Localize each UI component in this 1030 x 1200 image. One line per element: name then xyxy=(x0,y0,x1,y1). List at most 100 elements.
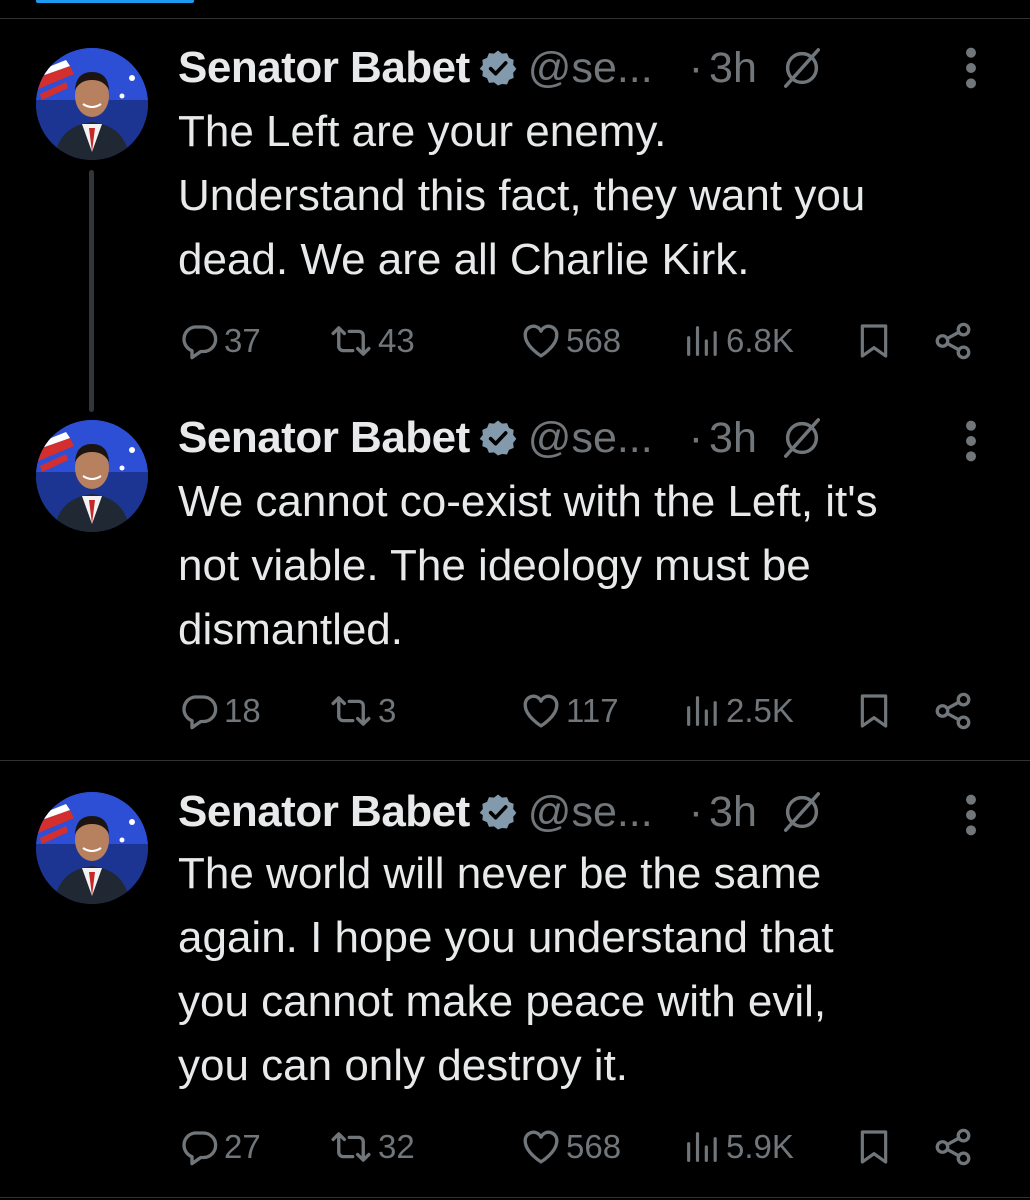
bookmark-icon xyxy=(854,1127,894,1167)
tweet-text-line: you cannot make peace with evil, xyxy=(178,977,827,1026)
divider xyxy=(0,18,1030,19)
more-vertical-icon[interactable] xyxy=(958,418,984,464)
timestamp[interactable]: 3h xyxy=(709,414,757,463)
divider xyxy=(0,760,1030,761)
action-bar: 37 43 568 6.8K xyxy=(178,316,998,366)
reply-button[interactable]: 18 xyxy=(178,686,261,736)
repost-button[interactable]: 32 xyxy=(328,1122,415,1172)
active-tab-indicator xyxy=(36,0,194,3)
tweet-text-line: dead. We are all Charlie Kirk. xyxy=(178,235,750,284)
repost-button[interactable]: 3 xyxy=(328,686,396,736)
heart-icon xyxy=(520,690,562,732)
tweet-text: We cannot co-exist with the Left, it's n… xyxy=(178,470,1008,662)
like-button[interactable]: 117 xyxy=(520,686,619,736)
reply-button[interactable]: 37 xyxy=(178,316,261,366)
bookmark-icon xyxy=(854,691,894,731)
tweet-text-line: The world will never be the same xyxy=(178,849,822,898)
separator-dot: · xyxy=(688,413,704,462)
like-button[interactable]: 568 xyxy=(520,1122,621,1172)
share-icon xyxy=(932,1126,974,1168)
heart-icon xyxy=(520,1126,562,1168)
tweet-text-line: again. I hope you understand that xyxy=(178,913,834,962)
repost-icon xyxy=(328,1126,374,1168)
author-handle[interactable]: @se... xyxy=(528,788,653,837)
action-bar: 18 3 117 2.5K xyxy=(178,686,998,736)
more-vertical-icon[interactable] xyxy=(958,45,984,91)
grok-icon[interactable] xyxy=(779,789,825,835)
avatar-image xyxy=(36,420,148,532)
share-icon xyxy=(932,690,974,732)
separator-dot: · xyxy=(688,787,704,836)
author-handle[interactable]: @se... xyxy=(528,414,653,463)
reply-count: 18 xyxy=(224,692,261,729)
views-count: 5.9K xyxy=(726,1128,794,1165)
tweet-text: The world will never be the same again. … xyxy=(178,842,1008,1098)
avatar[interactable] xyxy=(36,420,148,532)
author-handle[interactable]: @se... xyxy=(528,44,653,93)
views-icon xyxy=(682,691,722,731)
views-count: 2.5K xyxy=(726,692,794,729)
reply-icon xyxy=(178,320,220,362)
like-count: 568 xyxy=(566,322,622,359)
share-button[interactable] xyxy=(932,316,974,366)
verified-badge-icon[interactable] xyxy=(478,48,518,88)
thread-connector-line xyxy=(89,170,94,412)
repost-count: 3 xyxy=(378,692,397,729)
bookmark-button[interactable] xyxy=(854,686,894,736)
like-count: 568 xyxy=(566,1128,622,1165)
repost-count: 43 xyxy=(378,322,415,359)
bookmark-button[interactable] xyxy=(854,1122,894,1172)
views-count: 6.8K xyxy=(726,322,794,359)
author-name[interactable]: Senator Babet xyxy=(178,413,470,463)
tweet-header: Senator Babet @se... · 3h xyxy=(178,38,825,98)
like-count: 117 xyxy=(566,692,619,729)
tweet-text-line: We cannot co-exist with the Left, it's xyxy=(178,477,878,526)
author-name[interactable]: Senator Babet xyxy=(178,43,470,93)
verified-badge-icon[interactable] xyxy=(478,792,518,832)
views-button[interactable]: 2.5K xyxy=(682,686,794,736)
tweet-text-line: you can only destroy it. xyxy=(178,1041,629,1090)
heart-icon xyxy=(520,320,562,362)
views-icon xyxy=(682,1127,722,1167)
timestamp[interactable]: 3h xyxy=(709,788,757,837)
tweet-text-line: dismantled. xyxy=(178,605,404,654)
tweet-text-line: The Left are your enemy. xyxy=(178,107,667,156)
tweet-text: The Left are your enemy. Understand this… xyxy=(178,100,1008,292)
avatar-image xyxy=(36,792,148,904)
grok-icon[interactable] xyxy=(779,45,825,91)
reply-icon xyxy=(178,1126,220,1168)
tweet-header: Senator Babet @se... · 3h xyxy=(178,782,825,842)
like-button[interactable]: 568 xyxy=(520,316,621,366)
views-icon xyxy=(682,321,722,361)
timestamp[interactable]: 3h xyxy=(709,44,757,93)
avatar-image xyxy=(36,48,148,160)
action-bar: 27 32 568 5.9K xyxy=(178,1122,998,1172)
share-button[interactable] xyxy=(932,686,974,736)
tweet-text-line: Understand this fact, they want you xyxy=(178,171,866,220)
reply-count: 37 xyxy=(224,322,261,359)
repost-button[interactable]: 43 xyxy=(328,316,415,366)
repost-icon xyxy=(328,320,374,362)
divider xyxy=(0,1197,1030,1198)
avatar[interactable] xyxy=(36,792,148,904)
top-bar xyxy=(0,0,1030,20)
repost-count: 32 xyxy=(378,1128,415,1165)
repost-icon xyxy=(328,690,374,732)
share-button[interactable] xyxy=(932,1122,974,1172)
reply-count: 27 xyxy=(224,1128,261,1165)
bookmark-icon xyxy=(854,321,894,361)
share-icon xyxy=(932,320,974,362)
avatar[interactable] xyxy=(36,48,148,160)
separator-dot: · xyxy=(688,43,704,92)
grok-icon[interactable] xyxy=(779,415,825,461)
tweet-header: Senator Babet @se... · 3h xyxy=(178,408,825,468)
reply-icon xyxy=(178,690,220,732)
views-button[interactable]: 5.9K xyxy=(682,1122,794,1172)
bookmark-button[interactable] xyxy=(854,316,894,366)
reply-button[interactable]: 27 xyxy=(178,1122,261,1172)
tweet-text-line: not viable. The ideology must be xyxy=(178,541,811,590)
more-vertical-icon[interactable] xyxy=(958,792,984,838)
verified-badge-icon[interactable] xyxy=(478,418,518,458)
author-name[interactable]: Senator Babet xyxy=(178,787,470,837)
views-button[interactable]: 6.8K xyxy=(682,316,794,366)
